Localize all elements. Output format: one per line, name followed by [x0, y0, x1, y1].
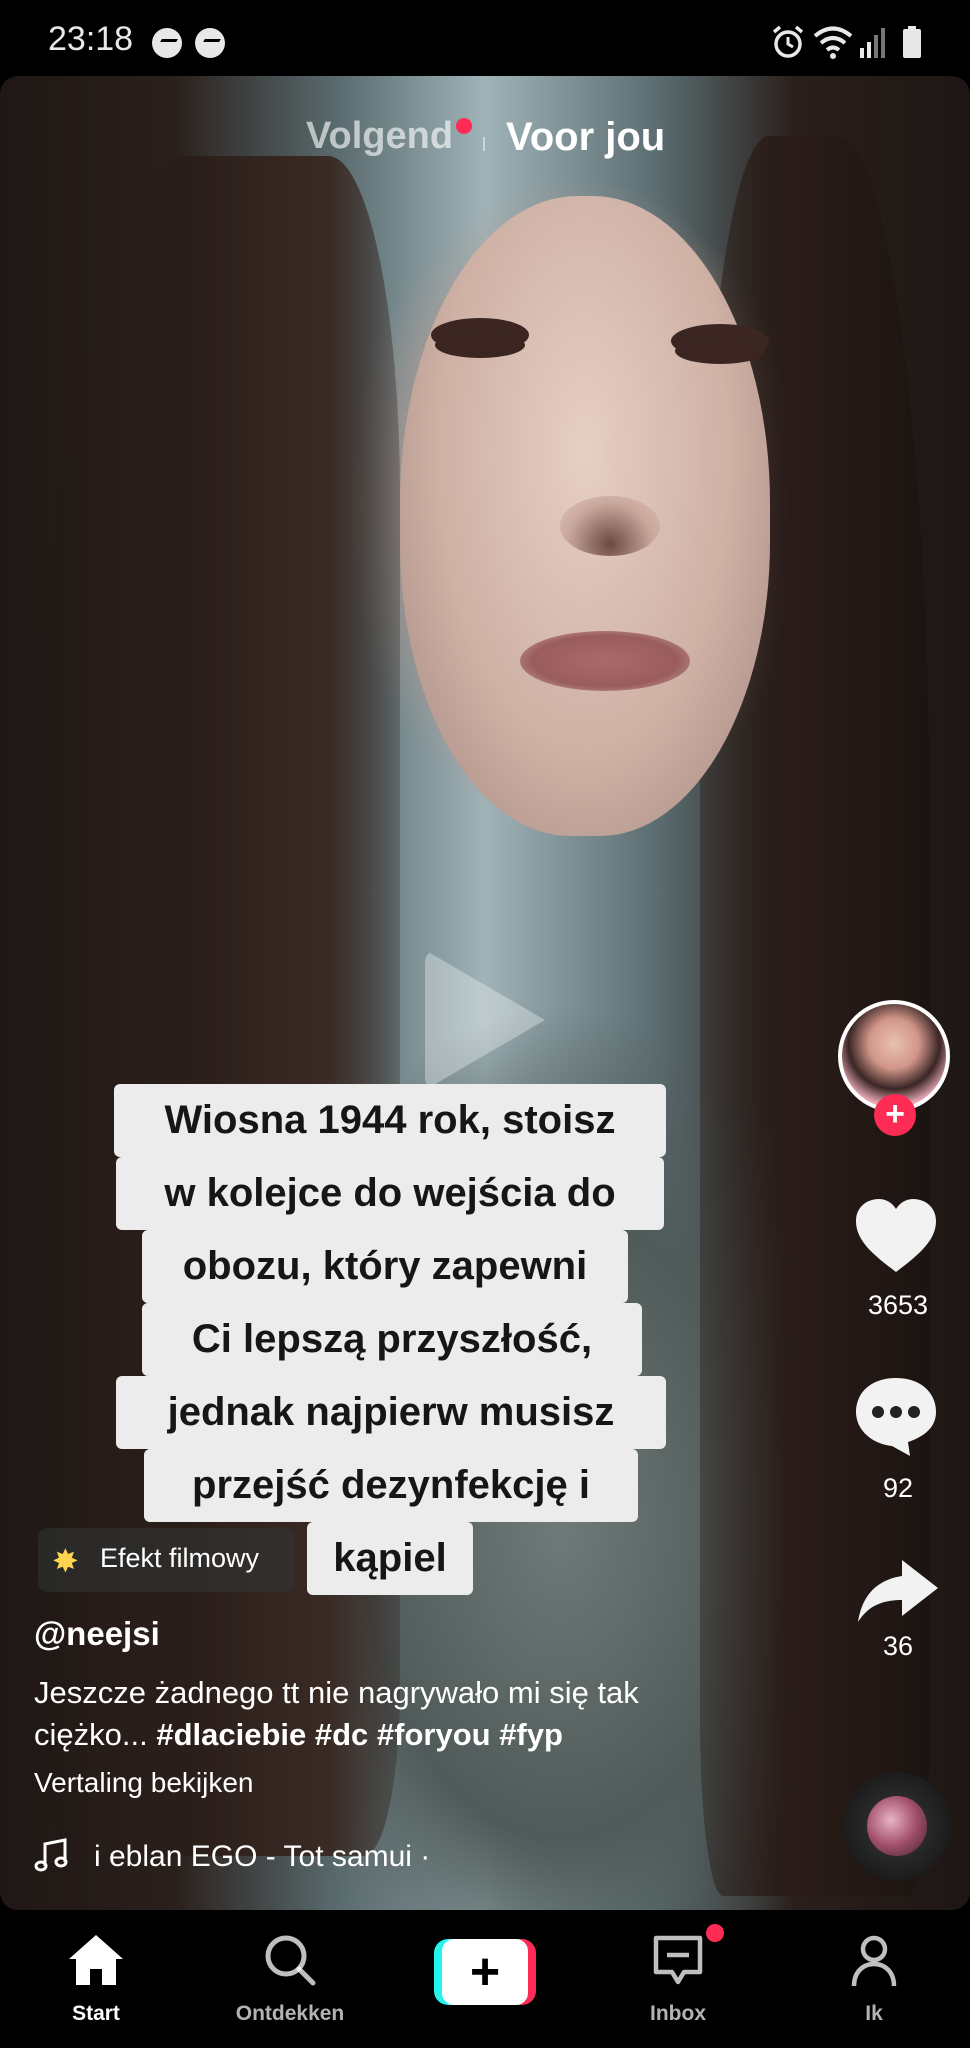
caption-line: Wiosna 1944 rok, stoisz — [114, 1084, 666, 1157]
music-note-icon — [34, 1838, 68, 1872]
caption-line: Ci lepszą przyszłość, — [142, 1303, 642, 1376]
nav-inbox[interactable]: Inbox — [598, 1910, 758, 2048]
music-disc[interactable] — [843, 1772, 951, 1880]
caption-line: jednak najpierw musisz — [116, 1376, 666, 1449]
caption-line: obozu, który zapewni — [142, 1230, 628, 1303]
signal-icon — [860, 28, 885, 58]
create-plus-icon: + — [469, 1943, 501, 2001]
video-frame-eye — [435, 332, 525, 358]
caption-line: przejść dezynfekcję i — [144, 1449, 638, 1522]
messenger-icon — [152, 28, 182, 58]
nav-label: Start — [72, 2002, 120, 2025]
create-button[interactable]: + — [434, 1939, 536, 2005]
nav-label: Inbox — [650, 2002, 706, 2025]
search-icon — [265, 1935, 316, 1986]
messenger-icon — [195, 28, 225, 58]
nav-label: Ontdekken — [235, 2002, 345, 2025]
inbox-notification-dot — [706, 1924, 724, 1942]
tab-following[interactable]: Volgend — [306, 115, 453, 158]
like-count: 3653 — [867, 1290, 929, 1320]
translate-link[interactable]: Vertaling bekijken — [34, 1767, 253, 1799]
caption-line: kąpiel — [307, 1522, 473, 1595]
follow-plus-icon[interactable]: + — [874, 1094, 916, 1136]
music-disc-cover — [867, 1796, 927, 1856]
tab-divider — [483, 137, 485, 151]
comment-icon[interactable] — [852, 1374, 940, 1458]
wifi-icon — [813, 26, 853, 59]
video-frame-lips — [520, 631, 690, 691]
battery-icon — [903, 26, 921, 58]
feed-tabs: Volgend Voor jou — [0, 115, 970, 175]
video-frame-hair — [40, 156, 400, 1856]
heart-icon[interactable] — [852, 1196, 940, 1276]
effect-label: Efekt filmowy — [100, 1543, 260, 1573]
profile-icon — [851, 1935, 897, 1987]
post-description[interactable]: Jeszcze żadnego tt nie nagrywało mi się … — [34, 1672, 754, 1756]
nav-home[interactable]: Start — [16, 1910, 176, 2048]
status-bar: 23:18 — [0, 0, 970, 76]
username[interactable]: @neejsi — [34, 1615, 160, 1653]
music-title[interactable]: i eblan EGO - Tot samui · — [94, 1840, 464, 1874]
video-frame-eye — [675, 338, 765, 364]
caption-line: w kolejce do wejścia do — [116, 1157, 664, 1230]
hashtags[interactable]: #dlaciebie #dc #foryou #fyp — [156, 1717, 563, 1752]
effect-chip[interactable]: ✸ Efekt filmowy — [38, 1528, 294, 1592]
nav-discover[interactable]: Ontdekken — [210, 1910, 370, 2048]
new-content-dot — [456, 118, 472, 134]
nav-profile[interactable]: Ik — [794, 1910, 954, 2048]
alarm-icon — [772, 25, 804, 58]
inbox-icon — [653, 1935, 703, 1985]
comment-count: 92 — [882, 1473, 914, 1503]
share-icon[interactable] — [856, 1556, 940, 1626]
nav-label: Ik — [865, 2002, 883, 2025]
home-icon — [69, 1935, 123, 1985]
play-icon[interactable] — [425, 950, 545, 1090]
status-time: 23:18 — [48, 20, 134, 58]
tab-for-you[interactable]: Voor jou — [506, 115, 665, 160]
share-count: 36 — [882, 1631, 914, 1661]
sparkle-icon: ✸ — [52, 1543, 79, 1579]
video-frame-nose — [560, 496, 660, 556]
